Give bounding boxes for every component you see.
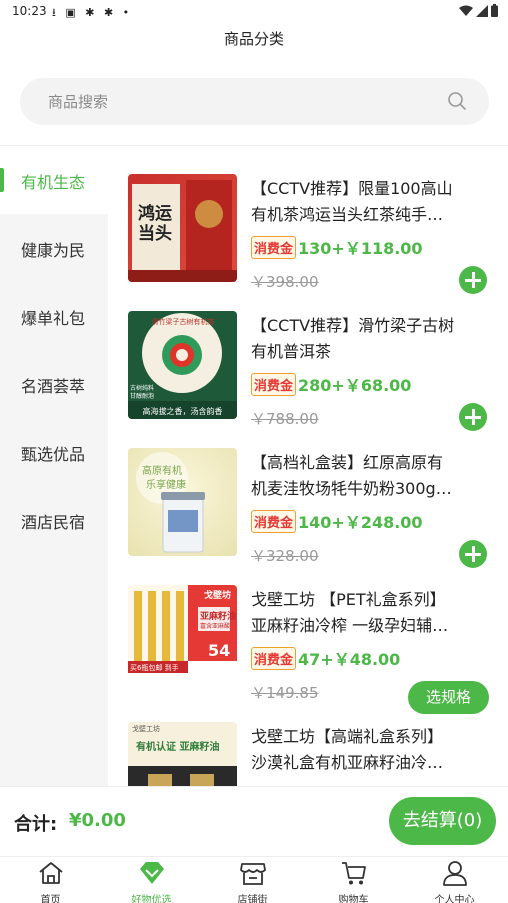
checkout-button[interactable]: 去结算(0)	[389, 797, 496, 845]
product-price: 140+￥248.00	[298, 513, 423, 532]
product-title: 【CCTV推荐】滑竹梁子古树 有机普洱茶	[251, 313, 491, 365]
notification-icons: ⭳ ▣ ✱ ✱ •	[52, 6, 133, 19]
active-indicator	[0, 168, 4, 192]
bottom-tab-bar: 首页 好物优选 店铺街 购物车 个人中心	[0, 856, 508, 903]
search-icon[interactable]	[447, 91, 467, 111]
product-card[interactable]: 鸿运当头 【CCTV推荐】限量100高山 有机茶鸿运当头红茶纯手… 消费金 13…	[108, 146, 508, 294]
product-title: 【CCTV推荐】限量100高山 有机茶鸿运当头红茶纯手…	[251, 176, 491, 228]
tab-label: 首页	[40, 895, 61, 903]
product-title-line: 有机普洱茶	[251, 342, 332, 361]
wifi-icon	[459, 5, 473, 16]
sidebar-item-health[interactable]: 健康为民	[0, 214, 108, 282]
product-title: 戈壁工坊 【PET礼盒系列】 亚麻籽油冷榨 一级孕妇辅…	[251, 587, 491, 639]
sidebar-item-selected[interactable]: 甄选优品	[0, 418, 108, 486]
tab-store-street[interactable]: 店铺街	[202, 857, 303, 903]
price-row: 消费金 47+￥48.00	[251, 646, 400, 670]
consumption-credit-tag: 消费金	[251, 509, 297, 533]
product-image: 鸿运当头	[128, 174, 237, 282]
price-row: 消费金 140+￥248.00	[251, 509, 423, 533]
product-image-text: 54	[208, 641, 231, 660]
product-image: 滑竹梁子古树有机茶 古树纯料 甘醇耐泡 高海拔之香，汤含韵香	[128, 311, 237, 419]
product-title-line: 【CCTV推荐】滑竹梁子古树	[251, 316, 455, 335]
product-image-text: 买6瓶包邮 到手	[130, 664, 179, 672]
search-placeholder: 商品搜索	[48, 93, 109, 111]
product-card[interactable]: 滑竹梁子古树有机茶 古树纯料 甘醇耐泡 高海拔之香，汤含韵香 【CCTV推荐】滑…	[108, 283, 508, 431]
tab-cart[interactable]: 购物车	[303, 857, 404, 903]
tab-label: 购物车	[338, 895, 369, 903]
product-title-line: 机麦洼牧场牦牛奶粉300g…	[251, 479, 452, 498]
product-title-line: 亚麻籽油冷榨 一级孕妇辅…	[251, 616, 449, 635]
sidebar-item-label: 爆单礼包	[21, 309, 86, 328]
product-image: 高原有机 乐享健康	[128, 448, 237, 556]
product-title: 戈壁工坊【高端礼盒系列】 沙漠礼盒有机亚麻籽油冷…	[251, 724, 491, 776]
status-time: 10:23	[12, 4, 47, 18]
product-image-text: 古树纯料 甘醇耐泡	[130, 385, 155, 400]
product-image-text: 富含亚麻酸	[200, 623, 231, 630]
product-title: 【高档礼盒装】红原高原有 机麦洼牧场牦牛奶粉300g…	[251, 450, 491, 502]
product-title-line: 【高档礼盒装】红原高原有	[251, 453, 444, 472]
total-label: 合计:	[14, 814, 58, 835]
status-bar: 10:23 ⭳ ▣ ✱ ✱ •	[0, 0, 508, 24]
search-input[interactable]: 商品搜索	[20, 78, 489, 125]
product-title-line: 【CCTV推荐】限量100高山	[251, 179, 453, 198]
product-card[interactable]: 戈壁工坊 有机认证 亚麻籽油 戈壁工坊【高端礼盒系列】 沙漠礼盒有机亚麻籽油冷…	[108, 694, 508, 786]
sidebar-item-liquor[interactable]: 名酒荟萃	[0, 350, 108, 418]
tab-goods[interactable]: 好物优选	[101, 857, 202, 903]
consumption-credit-tag: 消费金	[251, 235, 297, 259]
sidebar-item-hotel[interactable]: 酒店民宿	[0, 486, 108, 554]
tab-home[interactable]: 首页	[0, 857, 101, 903]
gem-icon	[140, 862, 164, 884]
tab-label: 店铺街	[237, 895, 268, 903]
product-image-text: 有机认证 亚麻籽油	[136, 742, 220, 753]
product-image: 戈壁工坊 有机认证 亚麻籽油	[128, 722, 237, 786]
product-image: 戈壁坊 亚麻籽油 富含亚麻酸 54 买6瓶包邮 到手	[128, 585, 237, 693]
price-row: 消费金 130+￥118.00	[251, 235, 423, 259]
total-value: ¥0.00	[69, 810, 126, 831]
product-image-text: 戈壁坊	[204, 591, 232, 601]
product-image-text: 乐享健康	[146, 480, 186, 491]
consumption-credit-tag: 消费金	[251, 372, 297, 396]
store-icon	[240, 863, 266, 885]
tab-label: 个人中心	[434, 895, 475, 903]
product-image-text: 鸿运当头	[138, 204, 172, 244]
sidebar-item-label: 名酒荟萃	[21, 377, 86, 396]
product-image-text: 戈壁工坊	[132, 725, 160, 733]
product-title-line: 沙漠礼盒有机亚麻籽油冷…	[251, 753, 444, 772]
tab-profile[interactable]: 个人中心	[404, 857, 505, 903]
sidebar-item-label: 甄选优品	[21, 445, 86, 464]
product-price: 130+￥118.00	[298, 239, 423, 258]
product-card[interactable]: 高原有机 乐享健康 【高档礼盒装】红原高原有 机麦洼牧场牦牛奶粉300g… 消费…	[108, 420, 508, 568]
sidebar-item-hot-packs[interactable]: 爆单礼包	[0, 282, 108, 350]
tab-label: 好物优选	[131, 895, 172, 903]
product-price: 280+￥68.00	[298, 376, 412, 395]
product-price: 47+￥48.00	[298, 650, 401, 669]
battery-icon	[491, 4, 498, 17]
product-image-text: 滑竹梁子古树有机茶	[151, 318, 215, 326]
product-image-text: 高原有机	[142, 466, 182, 477]
sidebar-item-organic[interactable]: 有机生态	[0, 146, 108, 214]
product-image-text: 高海拔之香，汤含韵香	[142, 407, 223, 416]
sidebar-item-label: 酒店民宿	[21, 513, 86, 532]
consumption-credit-tag: 消费金	[251, 646, 297, 670]
product-title-line: 戈壁工坊 【PET礼盒系列】	[251, 590, 446, 609]
cart-icon	[342, 862, 366, 885]
user-icon	[443, 861, 467, 886]
home-icon	[39, 862, 63, 884]
page-title: 商品分类	[223, 30, 284, 48]
cart-summary-bar: 合计: ¥0.00 去结算(0)	[0, 786, 508, 856]
product-card[interactable]: 戈壁坊 亚麻籽油 富含亚麻酸 54 买6瓶包邮 到手 戈壁工坊 【PET礼盒系列…	[108, 557, 508, 702]
product-title-line: 有机茶鸿运当头红茶纯手…	[251, 205, 444, 224]
sidebar-item-label: 有机生态	[21, 173, 86, 192]
system-icons	[459, 4, 498, 17]
product-title-line: 戈壁工坊【高端礼盒系列】	[251, 727, 444, 746]
signal-icon	[476, 4, 488, 17]
product-list: 鸿运当头 【CCTV推荐】限量100高山 有机茶鸿运当头红茶纯手… 消费金 13…	[108, 146, 508, 786]
category-sidebar: 有机生态 健康为民 爆单礼包 名酒荟萃 甄选优品 酒店民宿	[0, 146, 108, 786]
price-row: 消费金 280+￥68.00	[251, 372, 411, 396]
sidebar-item-label: 健康为民	[21, 241, 86, 260]
